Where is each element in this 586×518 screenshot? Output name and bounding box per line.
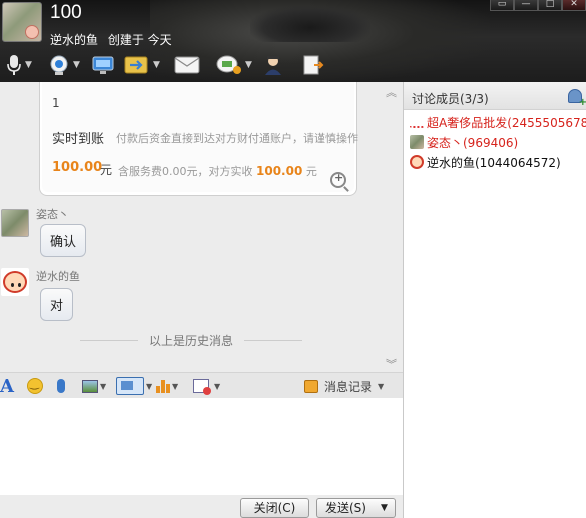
transfer-description: 付款后资金直接到达对方财付通账户，请谨慎操作 xyxy=(116,132,358,145)
screen-share-button[interactable] xyxy=(92,52,114,78)
video-call-button[interactable]: ▼ xyxy=(48,52,80,78)
bottom-bar: 关闭(C) 发送(S) ▼ xyxy=(0,495,403,518)
group-created: 创建于 今天 xyxy=(107,33,172,47)
header-background-tree xyxy=(250,6,370,42)
gift-icon xyxy=(193,379,211,395)
input-toolbar: A ▼ ▼ ▼ ▼ 消息记录 ▼ xyxy=(0,372,403,398)
smiley-icon xyxy=(27,377,43,394)
voice-call-button[interactable]: ▼ xyxy=(6,52,32,78)
poll-button[interactable]: ▼ xyxy=(156,376,178,396)
chevron-down-icon: ▼ xyxy=(73,60,80,70)
agent-avatar-icon xyxy=(265,56,281,75)
member-avatar-icon xyxy=(410,135,424,149)
member-name: 超A奢侈品批发(2455505678) xyxy=(427,115,586,130)
group-avatar[interactable] xyxy=(2,2,42,42)
send-image-button[interactable]: ▼ xyxy=(82,376,106,396)
member-panel-header: 讨论成员(3/3) xyxy=(404,82,586,110)
close-button[interactable]: 关闭(C) xyxy=(240,498,309,518)
add-member-icon[interactable] xyxy=(568,89,586,108)
member-item[interactable]: 逆水的鱼(1044064572) xyxy=(404,152,586,172)
member-name: 姿态丶(969406) xyxy=(427,135,519,150)
font-icon: A xyxy=(0,375,14,397)
transfer-title: 实时到账 xyxy=(52,132,105,147)
share-app-icon xyxy=(216,55,241,74)
skin-button[interactable]: ▭ xyxy=(490,0,514,11)
member-item[interactable]: 超A奢侈品批发(2455505678) xyxy=(404,112,586,132)
message-history-label: 消息记录 xyxy=(324,379,373,394)
transfer-amount: 100.00 xyxy=(52,160,103,175)
transfer-card[interactable]: 1 实时到账 付款后资金直接到达对方财付通账户，请谨慎操作 100.00 元 含… xyxy=(39,82,358,196)
message-bubble[interactable]: 确认 xyxy=(40,224,87,257)
microphone-icon xyxy=(7,55,21,75)
group-creator: 逆水的鱼 xyxy=(50,33,99,47)
member-status-icon xyxy=(410,122,424,128)
chevron-down-icon: ▼ xyxy=(153,60,160,70)
invite-member-button[interactable] xyxy=(262,52,284,78)
screenshot-icon xyxy=(116,377,144,395)
voice-message-button[interactable] xyxy=(57,376,65,396)
message-sender: 逆水的鱼 xyxy=(36,270,80,283)
member-avatar-icon xyxy=(410,155,424,169)
chevron-down-icon: ▼ xyxy=(245,60,252,70)
member-name: 逆水的鱼(1044064572) xyxy=(427,155,561,170)
close-window-button[interactable]: ✕ xyxy=(562,0,586,11)
avatar[interactable] xyxy=(1,209,29,237)
transfer-fee-text: 含服务费0.00元，对方实收 xyxy=(118,165,253,178)
group-name: 100 xyxy=(50,2,82,23)
message-sender: 姿态丶 xyxy=(36,208,69,221)
chevron-down-icon: ▼ xyxy=(378,381,385,391)
minimize-button[interactable]: — xyxy=(514,0,538,11)
chevron-down-icon: ▼ xyxy=(146,381,153,391)
app-share-button[interactable]: ▼ xyxy=(216,52,252,78)
maximize-button[interactable]: □ xyxy=(538,0,562,11)
file-transfer-button[interactable]: ▼ xyxy=(124,52,160,78)
chevron-down-icon: ▼ xyxy=(214,381,221,391)
webcam-icon xyxy=(50,55,68,75)
more-apps-button[interactable] xyxy=(302,52,324,78)
message-history-button[interactable]: 消息记录 ▼ xyxy=(304,376,384,396)
transfer-received-amount: 100.00 xyxy=(256,164,303,178)
transfer-card-body: 1 实时到账 付款后资金直接到达对方财付通账户，请谨慎操作 100.00 元 含… xyxy=(42,82,358,192)
chevron-down-icon: ▼ xyxy=(100,381,107,391)
history-icon xyxy=(304,379,318,393)
member-panel: 讨论成员(3/3) 超A奢侈品批发(2455505678) 姿态丶(969406… xyxy=(403,82,586,518)
chevron-down-icon: ▼ xyxy=(25,60,32,70)
microphone-icon xyxy=(57,379,65,393)
email-button[interactable] xyxy=(174,52,200,78)
eye-icon xyxy=(18,283,21,287)
transfer-fee: 含服务费0.00元，对方实收 100.00 元 xyxy=(118,163,317,179)
avatar[interactable] xyxy=(1,268,29,296)
zoom-in-icon[interactable] xyxy=(330,171,346,188)
eye-icon xyxy=(11,283,14,287)
chat-history-area[interactable]: ︽ 1 实时到账 付款后资金直接到达对方财付通账户，请谨慎操作 100.00 元… xyxy=(0,82,403,372)
send-button[interactable]: 发送(S) xyxy=(316,498,375,518)
transfer-count: 1 xyxy=(52,96,60,110)
window-header: 100 逆水的鱼 创建于 今天 ▭ — □ ✕ ▼ ▼ ▼ ▼ xyxy=(0,0,586,82)
emoji-button[interactable] xyxy=(27,376,43,396)
app-list-icon xyxy=(303,55,324,75)
file-transfer-icon xyxy=(124,56,148,74)
history-divider: 以上是历史消息 xyxy=(80,332,302,349)
message-input[interactable] xyxy=(0,398,403,495)
group-subtitle: 逆水的鱼 创建于 今天 xyxy=(50,31,172,48)
avatar-badge-icon xyxy=(25,25,39,39)
member-panel-title: 讨论成员(3/3) xyxy=(412,92,489,106)
mail-icon xyxy=(174,56,200,74)
image-icon xyxy=(82,379,98,393)
transfer-unit: 元 xyxy=(100,163,113,177)
gift-button[interactable]: ▼ xyxy=(193,376,220,396)
font-button[interactable]: A xyxy=(0,375,14,397)
screenshot-button[interactable]: ▼ xyxy=(116,376,152,396)
monitor-icon xyxy=(92,56,114,74)
chevron-down-icon: ▼ xyxy=(172,381,179,391)
collapse-up-icon[interactable]: ︽ xyxy=(386,84,397,100)
cartoon-face-icon xyxy=(3,271,27,293)
member-item[interactable]: 姿态丶(969406) xyxy=(404,132,586,152)
bar-chart-icon xyxy=(156,379,170,393)
transfer-received-unit: 元 xyxy=(305,165,317,178)
collapse-down-icon[interactable]: ︾ xyxy=(386,356,397,372)
message-bubble[interactable]: 对 xyxy=(40,288,74,321)
window-controls: ▭ — □ ✕ xyxy=(490,0,586,11)
send-options-dropdown[interactable]: ▼ xyxy=(374,498,396,518)
